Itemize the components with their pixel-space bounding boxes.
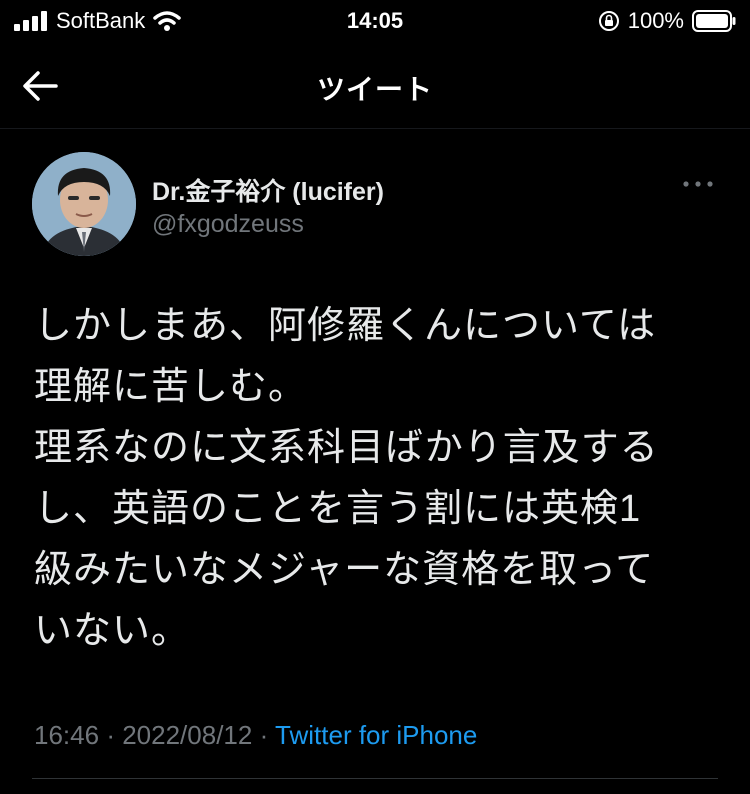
orientation-lock-icon (598, 11, 619, 31)
battery-icon (692, 10, 736, 32)
meta-divider (32, 778, 718, 779)
meta-separator: · (106, 720, 115, 750)
source-app-link[interactable]: Twitter for iPhone (275, 720, 477, 750)
tweet-time: 16:46 (34, 720, 100, 750)
tweet-date: 2022/08/12 (122, 720, 253, 750)
user-handle[interactable]: @fxgodzeuss (152, 210, 304, 239)
tweet-text: しかしまあ、阿修羅くんについては 理解に苦しむ。 理系なのに文系科目ばかり言及す… (34, 305, 659, 652)
tweet-author: Dr.金子裕介 (lucifer) @fxgodzeuss (32, 152, 718, 258)
status-right: 100% (598, 8, 736, 34)
nav-bar: ツイート (0, 48, 750, 126)
header-divider (0, 128, 750, 129)
more-dots-icon (683, 181, 713, 187)
page-title: ツイート (316, 74, 433, 105)
display-name[interactable]: Dr.金子裕介 (lucifer) (152, 172, 384, 208)
meta-separator-2: · (259, 720, 269, 750)
avatar[interactable] (32, 152, 136, 256)
tweet-metadata: 16:46 · 2022/08/12 · Twitter for iPhone (34, 720, 477, 751)
avatar-image (32, 152, 136, 256)
more-options-button[interactable] (680, 172, 716, 196)
status-bar: SoftBank 14:05 100% (0, 0, 750, 42)
battery-percent: 100% (627, 8, 684, 33)
